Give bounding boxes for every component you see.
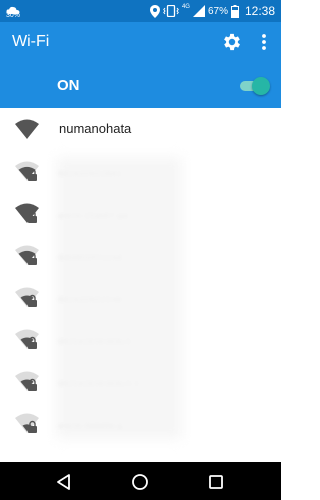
location-icon bbox=[149, 4, 160, 18]
cell-signal-icon bbox=[192, 5, 205, 17]
network-name: 0025A2E0E3EBL5 bbox=[59, 339, 132, 346]
status-bar: 30% 4G 67% 12:38 bbox=[0, 0, 281, 22]
network-row[interactable]: GB0B0DF011A8 bbox=[0, 234, 281, 276]
network-list: numanohata 502A0D6D2BA1 aterm-25ab87-gw … bbox=[0, 108, 281, 444]
wifi-locked-icon bbox=[15, 245, 39, 265]
wifi-locked-icon bbox=[15, 287, 39, 307]
more-vert-icon[interactable] bbox=[255, 31, 273, 53]
page-title: Wi-Fi bbox=[12, 33, 50, 50]
network-name: numanohata bbox=[59, 121, 132, 136]
battery-percent: 67% bbox=[207, 5, 228, 17]
cloud-battery-indicator: 30% bbox=[6, 2, 26, 20]
master-switch-label: ON bbox=[57, 77, 80, 94]
clock: 12:38 bbox=[244, 4, 275, 18]
network-row[interactable]: aterm-25ab87-gw bbox=[0, 192, 281, 234]
gear-icon[interactable] bbox=[221, 31, 243, 53]
network-name: 0025A2E0E3EBL5-1 bbox=[59, 381, 140, 388]
wifi-locked-icon bbox=[15, 371, 39, 391]
wifi-toggle[interactable] bbox=[238, 76, 270, 96]
back-triangle-icon[interactable] bbox=[54, 472, 74, 492]
network-row[interactable]: 502A0D6D2BA1 bbox=[0, 150, 281, 192]
wifi-signal-icon bbox=[15, 119, 39, 139]
network-row[interactable]: aterm-5d9d5b-g bbox=[0, 402, 281, 444]
system-nav-bar bbox=[0, 462, 281, 500]
network-row[interactable]: 0025A2E0E3EBL5-1 bbox=[0, 360, 281, 402]
network-row[interactable]: 502A0D6D2C48 bbox=[0, 276, 281, 318]
network-type-label: 4G bbox=[181, 4, 190, 10]
network-name: 502A0D6D2BA1 bbox=[59, 171, 123, 178]
recents-square-icon[interactable] bbox=[206, 472, 226, 492]
network-row[interactable]: numanohata bbox=[0, 108, 281, 150]
wifi-locked-icon bbox=[15, 161, 39, 181]
vibrate-icon bbox=[163, 5, 179, 17]
home-circle-icon[interactable] bbox=[130, 472, 150, 492]
wifi-locked-icon bbox=[15, 203, 39, 223]
network-name: aterm-5d9d5b-g bbox=[59, 423, 123, 430]
wifi-master-switch-row[interactable]: ON bbox=[0, 63, 281, 108]
toggle-thumb bbox=[252, 77, 270, 95]
network-name: GB0B0DF011A8 bbox=[59, 255, 123, 262]
status-icons: 4G 67% 12:38 bbox=[149, 0, 275, 22]
network-name: 502A0D6D2C48 bbox=[59, 297, 122, 304]
network-name: aterm-25ab87-gw bbox=[59, 213, 129, 220]
network-row[interactable]: 0025A2E0E3EBL5 bbox=[0, 318, 281, 360]
battery-icon bbox=[230, 4, 239, 18]
wifi-locked-icon bbox=[15, 329, 39, 349]
status-left-text: 30% bbox=[6, 12, 21, 19]
wifi-locked-icon bbox=[15, 413, 39, 433]
app-bar: Wi-Fi bbox=[0, 22, 281, 63]
